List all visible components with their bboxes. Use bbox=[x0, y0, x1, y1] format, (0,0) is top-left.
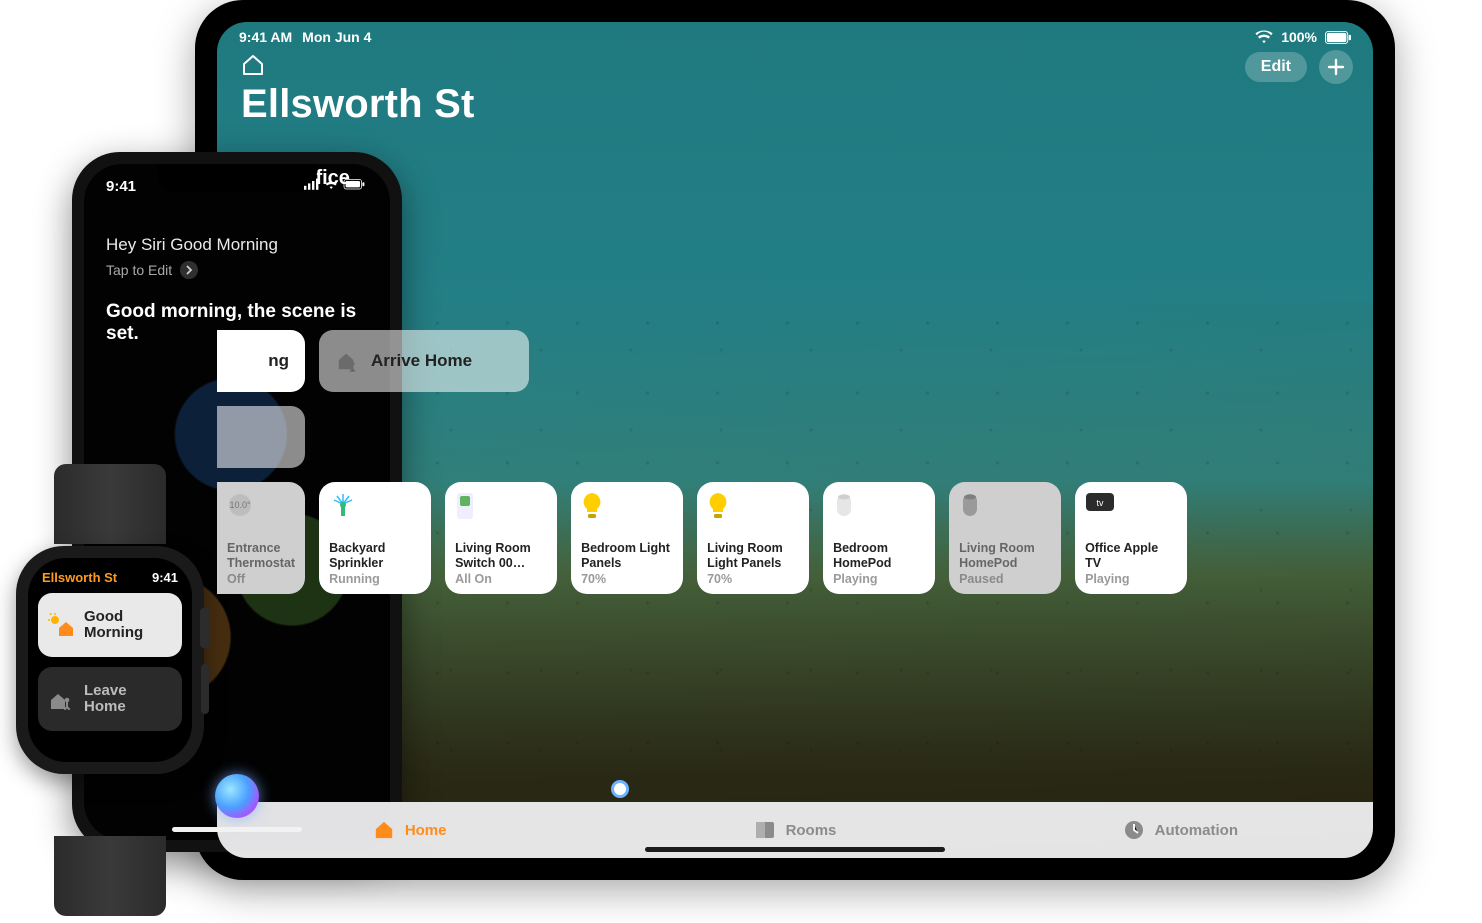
home-name: Ellsworth St bbox=[241, 82, 1349, 127]
house-icon[interactable] bbox=[241, 54, 1349, 76]
watch-side-button[interactable] bbox=[201, 664, 209, 714]
accessory-tiles: 10.0° Entrance Thermostat Off Backyard S… bbox=[217, 482, 1373, 594]
tile-status: 70% bbox=[707, 572, 799, 586]
chevron-right-icon bbox=[180, 261, 198, 279]
iphone-home-indicator bbox=[172, 827, 302, 832]
watch-header: Ellsworth St 9:41 bbox=[38, 568, 182, 593]
svg-text:tv: tv bbox=[1097, 498, 1105, 508]
tile-name: Bedroom HomePod bbox=[833, 541, 925, 570]
tile-name: Living Room Switch 00… bbox=[455, 541, 547, 570]
bulb-icon bbox=[707, 492, 799, 522]
ipad-home-indicator bbox=[645, 847, 945, 852]
watch-case: Ellsworth St 9:41 Good Morning Leave Hom… bbox=[16, 546, 204, 774]
automation-icon bbox=[1123, 819, 1145, 841]
sun-house-icon bbox=[48, 613, 74, 637]
siri-prompt: Hey Siri Good Morning bbox=[106, 235, 368, 255]
battery-icon bbox=[1325, 31, 1351, 44]
tile-name: Office Apple TV bbox=[1085, 541, 1177, 570]
tile-status: Paused bbox=[959, 572, 1051, 586]
homepod-icon bbox=[959, 492, 1051, 522]
tile-bedroom-homepod[interactable]: Bedroom HomePod Playing bbox=[823, 482, 935, 594]
watch-time: 9:41 bbox=[152, 570, 178, 585]
tile-name: Living Room Light Panels bbox=[707, 541, 799, 570]
watch-band bbox=[54, 836, 166, 916]
switch-icon bbox=[455, 492, 547, 522]
scene-label: Arrive Home bbox=[371, 351, 472, 371]
bulb-icon bbox=[581, 492, 673, 522]
tap-to-edit-label: Tap to Edit bbox=[106, 262, 172, 278]
tab-label: Rooms bbox=[786, 822, 837, 839]
rooms-icon bbox=[754, 820, 776, 840]
iphone-status-bar: 9:41 bbox=[84, 164, 390, 195]
tile-status: All On bbox=[455, 572, 547, 586]
tile-living-room-homepod[interactable]: Living Room HomePod Paused bbox=[949, 482, 1061, 594]
page-indicator bbox=[611, 780, 629, 798]
add-button[interactable] bbox=[1319, 50, 1353, 84]
appletv-icon: tv bbox=[1085, 492, 1177, 522]
scene-label: ng bbox=[268, 351, 289, 371]
tile-entrance-thermostat[interactable]: 10.0° Entrance Thermostat Off bbox=[217, 482, 305, 594]
edit-button[interactable]: Edit bbox=[1245, 52, 1307, 82]
tile-living-room-switch[interactable]: Living Room Switch 00… All On bbox=[445, 482, 557, 594]
sprinkler-icon bbox=[329, 492, 421, 522]
watch-scene-good-morning[interactable]: Good Morning bbox=[38, 593, 182, 657]
tile-status: Playing bbox=[1085, 572, 1177, 586]
watch-device: Ellsworth St 9:41 Good Morning Leave Hom… bbox=[0, 510, 220, 870]
tile-name: Entrance Thermostat bbox=[227, 541, 295, 570]
homepod-icon bbox=[833, 492, 925, 522]
watch-screen: Ellsworth St 9:41 Good Morning Leave Hom… bbox=[28, 558, 192, 762]
status-time: 9:41 bbox=[106, 178, 136, 195]
status-time: 9:41 AM bbox=[239, 29, 292, 45]
tab-automation[interactable]: Automation bbox=[988, 802, 1373, 858]
ipad-status-bar: 9:41 AM Mon Jun 4 100% bbox=[217, 22, 1373, 48]
home-icon bbox=[373, 820, 395, 840]
tile-bedroom-light[interactable]: Bedroom Light Panels 70% bbox=[571, 482, 683, 594]
tile-name: Bedroom Light Panels bbox=[581, 541, 673, 570]
scene-row: ng Arrive Home bbox=[217, 330, 1373, 392]
tile-status: Off bbox=[227, 572, 295, 586]
tab-label: Home bbox=[405, 822, 447, 839]
tile-backyard-sprinkler[interactable]: Backyard Sprinkler Running bbox=[319, 482, 431, 594]
ipad-header: Edit Ellsworth St bbox=[217, 48, 1373, 167]
person-house-icon bbox=[48, 687, 74, 711]
watch-scene-leave-home[interactable]: Leave Home bbox=[38, 667, 182, 731]
thermostat-icon: 10.0° bbox=[227, 492, 295, 522]
tile-name: Living Room HomePod bbox=[959, 541, 1051, 570]
arrive-home-icon bbox=[335, 350, 359, 372]
siri-response: Good morning, the scene is set. bbox=[106, 301, 368, 345]
status-date: Mon Jun 4 bbox=[302, 29, 371, 45]
wifi-icon bbox=[1255, 30, 1273, 44]
tab-label: Automation bbox=[1155, 822, 1238, 839]
tile-living-room-light[interactable]: Living Room Light Panels 70% bbox=[697, 482, 809, 594]
svg-text:10.0°: 10.0° bbox=[229, 500, 251, 510]
tap-to-edit[interactable]: Tap to Edit bbox=[106, 261, 368, 279]
scene-tile-partial-2[interactable] bbox=[217, 406, 305, 468]
tile-name: Backyard Sprinkler bbox=[329, 541, 421, 570]
scene-label: Leave Home bbox=[84, 683, 172, 716]
tile-office-apple-tv[interactable]: tv Office Apple TV Playing bbox=[1075, 482, 1187, 594]
scene-label: Good Morning bbox=[84, 609, 172, 642]
watch-band bbox=[54, 464, 166, 544]
watch-crown[interactable] bbox=[200, 608, 210, 648]
plus-icon bbox=[1327, 58, 1345, 76]
battery-text: 100% bbox=[1281, 29, 1317, 45]
tile-status: Running bbox=[329, 572, 421, 586]
siri-orb[interactable] bbox=[215, 774, 259, 818]
status-icons bbox=[304, 178, 368, 195]
tile-status: Playing bbox=[833, 572, 925, 586]
tile-status: 70% bbox=[581, 572, 673, 586]
watch-title[interactable]: Ellsworth St bbox=[42, 570, 117, 585]
status-summary-partial: ed in Office. bbox=[241, 167, 1373, 190]
